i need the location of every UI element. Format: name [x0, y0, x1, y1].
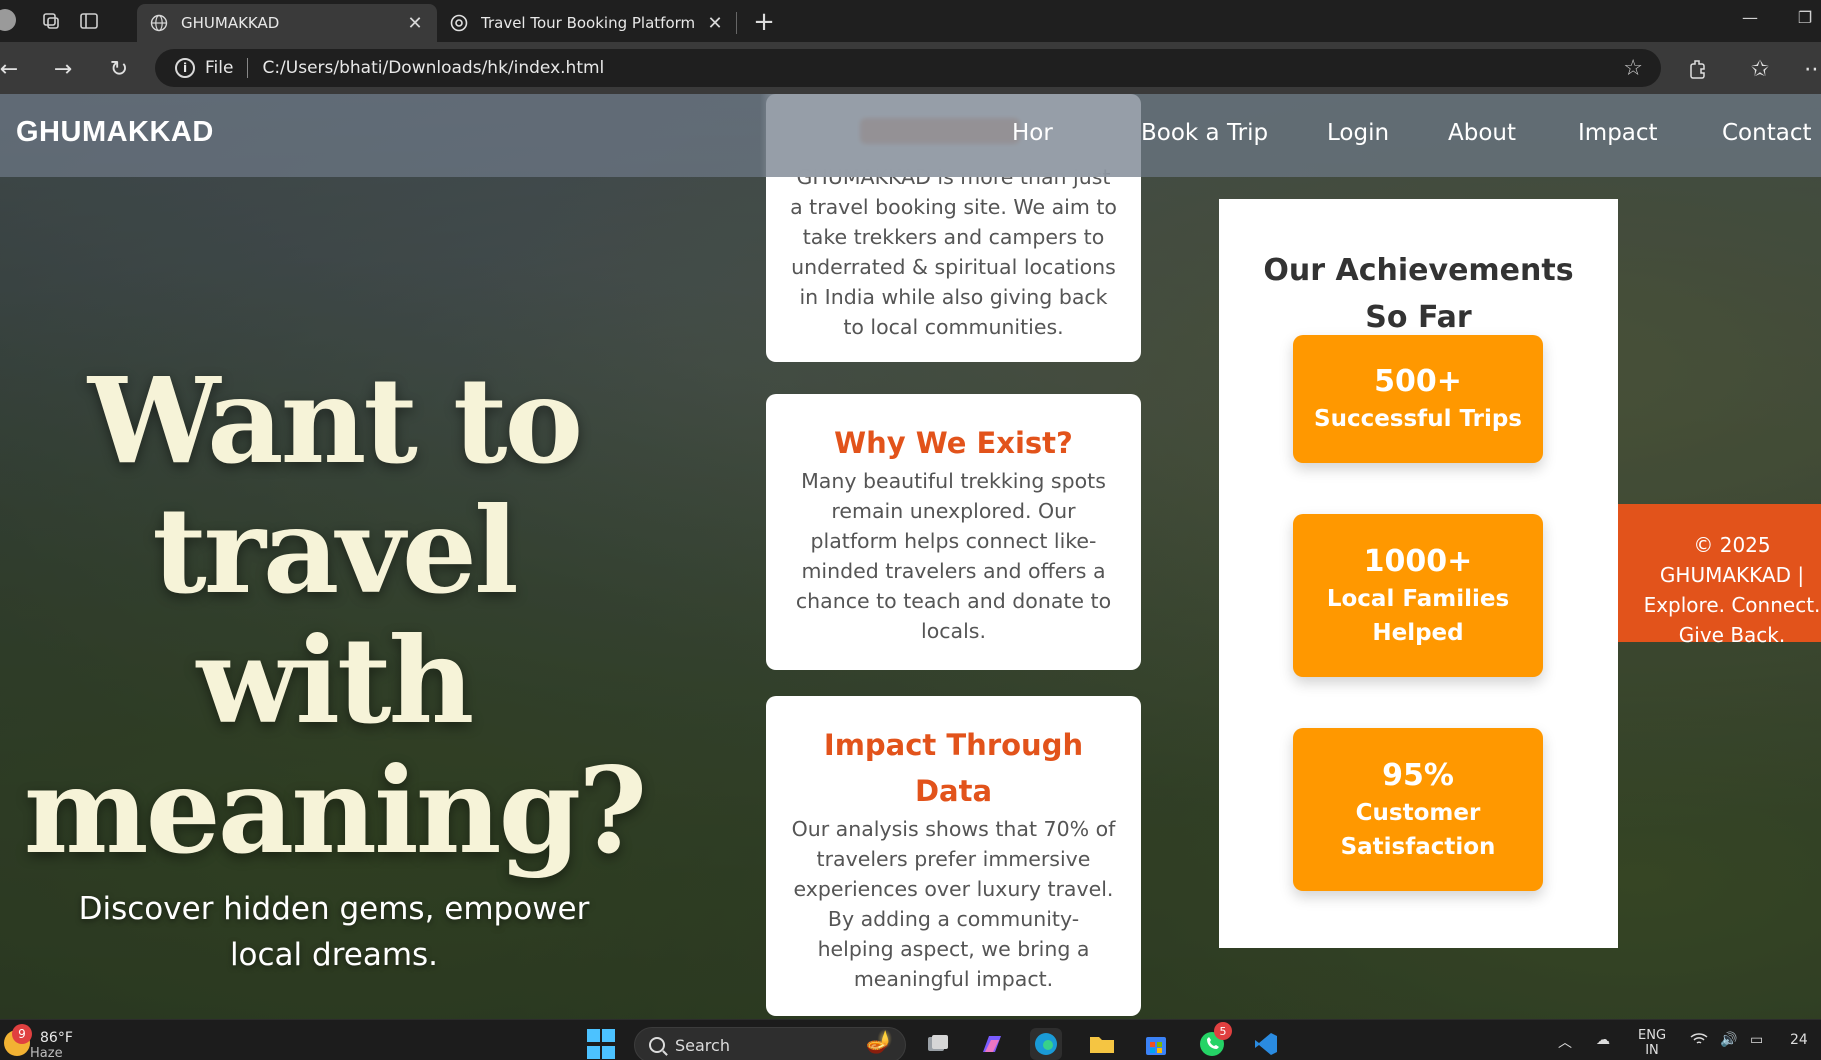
globe-icon [149, 13, 169, 33]
web-page: GHUMAKKAD Hor Book a Trip Login About Im… [0, 94, 1821, 1019]
stat-label: Customer Satisfaction [1340, 799, 1496, 860]
hero-section: Want to travel with meaning? Discover hi… [0, 356, 668, 978]
tab-title: GHUMAKKAD [181, 14, 280, 32]
weather-temp: 86°F [40, 1030, 73, 1046]
tab-ghumakkad[interactable]: GHUMAKKAD ✕ [137, 4, 437, 42]
url-text: C:/Users/bhati/Downloads/hk/index.html [262, 58, 605, 78]
browser-tab-strip: GHUMAKKAD ✕ Travel Tour Booking Platform… [0, 0, 1821, 42]
new-tab-icon[interactable]: + [750, 7, 778, 37]
footer-copyright: © 2025 GHUMAKKAD | Explore. Connect. Giv… [1618, 504, 1821, 647]
stat-number: 1000+ [1363, 543, 1473, 579]
back-arrow-icon[interactable]: ← [0, 54, 24, 84]
weather-sun-icon: 9 [4, 1024, 32, 1056]
site-logo[interactable]: GHUMAKKAD [16, 116, 214, 149]
file-explorer-icon[interactable] [1086, 1028, 1118, 1060]
card-title: Impact Through Data [823, 728, 1084, 808]
search-label: Search [675, 1035, 730, 1055]
impact-card: Impact Through Data Our analysis shows t… [766, 696, 1141, 1016]
stat-number: 500+ [1374, 364, 1462, 399]
about-card-text: GHUMAKKAD is more than just a travel boo… [790, 165, 1117, 339]
onedrive-cloud-icon[interactable]: ☁ [1596, 1032, 1610, 1048]
nav-link-about[interactable]: About [1448, 120, 1516, 146]
card-text: Many beautiful trekking spots remain une… [795, 469, 1112, 643]
chevron-up-icon[interactable]: ︿ [1558, 1032, 1572, 1052]
store-icon[interactable] [1140, 1028, 1172, 1060]
scheme-label: File [205, 58, 234, 78]
address-bar[interactable]: i File C:/Users/bhati/Downloads/hk/index… [155, 49, 1661, 87]
copilot-icon[interactable] [976, 1028, 1008, 1060]
achievements-title: Our Achievements So Far [1263, 253, 1574, 335]
card-text: Our analysis shows that 70% of travelers… [791, 817, 1116, 991]
achievements-panel: Our Achievements So Far 500+ Successful … [1219, 199, 1618, 948]
stat-label: Successful Trips [1314, 406, 1522, 432]
why-we-exist-card: Why We Exist? Many beautiful trekking sp… [766, 394, 1141, 670]
battery-icon[interactable]: ▭ [1750, 1032, 1763, 1048]
stat-card: 95% Customer Satisfaction [1293, 728, 1543, 891]
extensions-icon[interactable] [1683, 54, 1713, 84]
stat-card: 500+ Successful Trips [1293, 335, 1543, 463]
workspaces-icon[interactable] [38, 8, 64, 34]
windows-taskbar: 9 86°F Haze Search 🪔 5 ︿ ☁ ENG IN 🔊 ▭ 24 [0, 1019, 1821, 1060]
wifi-icon[interactable] [1690, 1032, 1708, 1050]
volume-icon[interactable]: 🔊 [1720, 1032, 1737, 1048]
notification-badge: 9 [12, 1024, 32, 1044]
stat-number: 95% [1382, 757, 1454, 793]
close-tab-icon[interactable]: ✕ [405, 13, 425, 34]
card-title: Why We Exist? [834, 426, 1073, 460]
weather-condition: Haze [30, 1046, 63, 1060]
weather-widget[interactable]: 9 86°F Haze [4, 1024, 73, 1060]
language-label: ENG [1638, 1028, 1667, 1043]
info-icon[interactable]: i [175, 58, 195, 78]
nav-link-contact[interactable]: Contact [1722, 120, 1811, 146]
language-indicator[interactable]: ENG IN [1638, 1028, 1666, 1058]
whatsapp-icon[interactable]: 5 [1196, 1022, 1232, 1060]
search-icon [649, 1037, 665, 1053]
hero-subtitle: Discover hidden gems, empower local drea… [78, 891, 590, 973]
taskbar-search[interactable]: Search 🪔 [634, 1027, 906, 1060]
profile-icon[interactable] [0, 9, 16, 31]
vscode-icon[interactable] [1250, 1028, 1282, 1060]
minimize-icon[interactable]: — [1735, 8, 1765, 27]
more-menu-icon[interactable]: ⋯ [1800, 54, 1821, 84]
site-navbar: GHUMAKKAD Hor Book a Trip Login About Im… [0, 94, 1821, 177]
restore-icon[interactable]: ❐ [1790, 8, 1820, 27]
nav-link-impact[interactable]: Impact [1578, 120, 1658, 146]
favorites-icon[interactable]: ✩ [1745, 54, 1775, 84]
tab-title: Travel Tour Booking Platform [481, 14, 696, 32]
hero-title: Want to travel with meaning? [23, 351, 647, 880]
notification-badge: 5 [1214, 1022, 1232, 1040]
stat-label: Local Families Helped [1326, 585, 1510, 646]
close-tab-icon[interactable]: ✕ [705, 13, 725, 34]
nav-link-book-a-trip[interactable]: Book a Trip [1141, 120, 1268, 146]
windows-start-icon[interactable] [586, 1028, 616, 1060]
vertical-tabs-icon[interactable] [76, 8, 102, 34]
clock-text[interactable]: 24 [1790, 1032, 1808, 1048]
region-label: IN [1645, 1043, 1659, 1058]
forward-arrow-icon[interactable]: → [48, 54, 78, 84]
address-toolbar: ← → ↻ i File C:/Users/bhati/Downloads/hk… [0, 42, 1821, 94]
tab-travel-tour[interactable]: Travel Tour Booking Platform ✕ [437, 4, 737, 42]
tab-divider [736, 12, 737, 34]
divider [247, 58, 249, 78]
favorite-star-icon[interactable]: ☆ [1623, 56, 1643, 81]
stat-card: 1000+ Local Families Helped [1293, 514, 1543, 677]
search-highlight-icon: 🪔 [865, 1030, 893, 1055]
nav-link-login[interactable]: Login [1327, 120, 1389, 146]
edge-browser-icon[interactable] [1030, 1028, 1062, 1060]
task-view-icon[interactable] [922, 1028, 954, 1060]
reload-icon[interactable]: ↻ [104, 54, 134, 84]
nav-link-home[interactable]: Hor [1012, 120, 1053, 146]
chatgpt-icon [449, 13, 469, 33]
